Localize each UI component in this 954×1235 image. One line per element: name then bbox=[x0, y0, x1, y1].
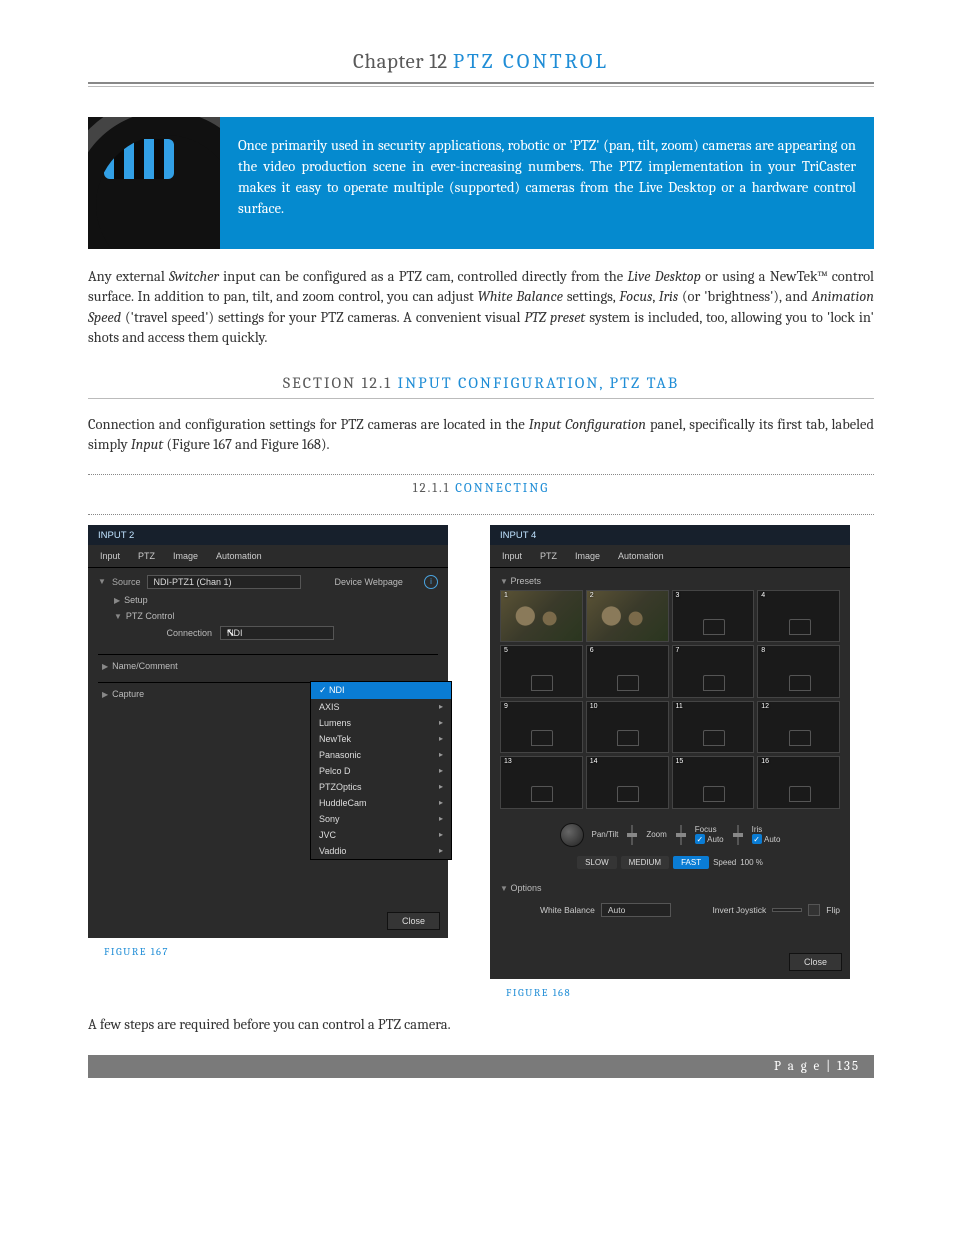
tab-automation[interactable]: Automation bbox=[618, 551, 664, 561]
preset-slot[interactable]: 1 bbox=[500, 590, 583, 642]
connection-label: Connection bbox=[98, 628, 220, 638]
zoom-label: Zoom bbox=[646, 830, 666, 839]
dropdown-item-huddlecam[interactable]: HuddleCam▸ bbox=[311, 795, 451, 811]
divider-dotted bbox=[88, 474, 874, 475]
options-section[interactable]: ▼ Options bbox=[500, 877, 840, 899]
panel-title: INPUT 4 bbox=[490, 525, 850, 545]
divider bbox=[88, 86, 874, 87]
speed-medium-button[interactable]: MEDIUM bbox=[621, 856, 669, 869]
preset-slot[interactable]: 8 bbox=[757, 645, 840, 697]
divider-dotted bbox=[88, 514, 874, 515]
preset-slot[interactable]: 12 bbox=[757, 701, 840, 753]
intro-callout: Once primarily used in security applicat… bbox=[220, 117, 874, 249]
tab-ptz[interactable]: PTZ bbox=[540, 551, 557, 561]
figure-167-panel: INPUT 2 Input PTZ Image Automation ▼ Sou… bbox=[88, 525, 448, 938]
preset-slot[interactable]: 11 bbox=[672, 701, 755, 753]
figure-caption: FIGURE 168 bbox=[506, 987, 874, 999]
tree-name-comment[interactable]: ▶Name/Comment bbox=[98, 654, 438, 674]
preset-slot[interactable]: 3 bbox=[672, 590, 755, 642]
dropdown-item-panasonic[interactable]: Panasonic▸ bbox=[311, 747, 451, 763]
body-paragraph: Any external Switcher input can be confi… bbox=[88, 267, 874, 348]
flip-label: Flip bbox=[826, 905, 840, 915]
cursor-icon: ↖ bbox=[226, 626, 235, 639]
dropdown-item-jvc[interactable]: JVC▸ bbox=[311, 827, 451, 843]
source-label: Source bbox=[112, 577, 141, 587]
panel-title: INPUT 2 bbox=[88, 525, 448, 545]
white-balance-dropdown[interactable]: Auto bbox=[601, 903, 671, 917]
tab-input[interactable]: Input bbox=[502, 551, 522, 561]
speed-fast-button[interactable]: FAST bbox=[673, 856, 709, 869]
tab-ptz[interactable]: PTZ bbox=[138, 551, 155, 561]
preset-slot[interactable]: 13 bbox=[500, 756, 583, 808]
focus-label: Focus bbox=[695, 825, 724, 834]
dropdown-item-lumens[interactable]: Lumens▸ bbox=[311, 715, 451, 731]
figure-168-panel: INPUT 4 Input PTZ Image Automation ▼ Pre… bbox=[490, 525, 850, 979]
preset-slot[interactable]: 4 bbox=[757, 590, 840, 642]
panel-tabs: Input PTZ Image Automation bbox=[88, 545, 448, 567]
preset-slot[interactable]: 5 bbox=[500, 645, 583, 697]
zoom-slider[interactable] bbox=[626, 824, 638, 846]
focus-auto-checkbox[interactable]: ✓ bbox=[695, 834, 705, 844]
iris-slider[interactable] bbox=[732, 824, 744, 846]
iris-label: Iris bbox=[752, 825, 781, 834]
dropdown-item-pelco-d[interactable]: Pelco D▸ bbox=[311, 763, 451, 779]
panel-tabs: Input PTZ Image Automation bbox=[490, 545, 850, 567]
focus-slider[interactable] bbox=[675, 824, 687, 846]
close-button[interactable]: Close bbox=[387, 912, 440, 930]
preset-slot[interactable]: 10 bbox=[586, 701, 669, 753]
section-name: INPUT CONFIGURATION, PTZ TAB bbox=[398, 374, 680, 392]
close-button[interactable]: Close bbox=[789, 953, 842, 971]
connection-dropdown-menu: ✓ NDI AXIS▸ Lumens▸ NewTek▸ Panasonic▸ P… bbox=[310, 681, 452, 860]
figure-caption: FIGURE 167 bbox=[104, 946, 472, 958]
pantilt-joystick[interactable] bbox=[560, 823, 584, 847]
chapter-prefix: Chapter 12 bbox=[353, 50, 448, 74]
chapter-name: PTZ CONTROL bbox=[453, 50, 609, 74]
subsection-title: 12.1.1 CONNECTING bbox=[88, 479, 874, 496]
preset-grid: 1 2 3 4 5 6 7 8 9 10 11 12 13 14 bbox=[500, 590, 840, 809]
body-paragraph: A few steps are required before you can … bbox=[88, 1015, 874, 1035]
preset-slot[interactable]: 6 bbox=[586, 645, 669, 697]
preset-slot[interactable]: 2 bbox=[586, 590, 669, 642]
speed-value: 100 % bbox=[740, 858, 763, 867]
dropdown-item-ndi[interactable]: ✓ NDI bbox=[311, 682, 451, 699]
device-webpage-link[interactable]: Device Webpage bbox=[335, 577, 403, 587]
chapter-thumbnail bbox=[88, 117, 220, 249]
section-prefix: SECTION 12.1 bbox=[283, 374, 392, 392]
dropdown-item-axis[interactable]: AXIS▸ bbox=[311, 699, 451, 715]
tab-image[interactable]: Image bbox=[173, 551, 198, 561]
dropdown-item-ptzoptics[interactable]: PTZOptics▸ bbox=[311, 779, 451, 795]
divider bbox=[88, 82, 874, 84]
preset-slot[interactable]: 16 bbox=[757, 756, 840, 808]
info-icon[interactable]: i bbox=[424, 575, 438, 589]
tree-setup[interactable]: ▶Setup bbox=[98, 592, 438, 608]
pantilt-label: Pan/Tilt bbox=[592, 830, 619, 839]
preset-slot[interactable]: 14 bbox=[586, 756, 669, 808]
invert-joystick-label: Invert Joystick bbox=[712, 905, 766, 915]
flip-checkbox[interactable] bbox=[808, 904, 820, 916]
dropdown-item-sony[interactable]: Sony▸ bbox=[311, 811, 451, 827]
speed-slow-button[interactable]: SLOW bbox=[577, 856, 617, 869]
preset-slot[interactable]: 7 bbox=[672, 645, 755, 697]
connection-dropdown[interactable]: NDI bbox=[220, 626, 334, 640]
dropdown-item-vaddio[interactable]: Vaddio▸ bbox=[311, 843, 451, 859]
iris-auto-checkbox[interactable]: ✓ bbox=[752, 834, 762, 844]
disclosure-icon[interactable]: ▼ bbox=[98, 577, 106, 586]
tab-automation[interactable]: Automation bbox=[216, 551, 262, 561]
body-paragraph: Connection and configuration settings fo… bbox=[88, 415, 874, 456]
divider bbox=[88, 398, 874, 399]
preset-slot[interactable]: 15 bbox=[672, 756, 755, 808]
presets-section[interactable]: ▼ Presets bbox=[500, 572, 840, 590]
preset-slot[interactable]: 9 bbox=[500, 701, 583, 753]
invert-joystick-dropdown[interactable] bbox=[772, 908, 802, 912]
source-dropdown[interactable]: NDI-PTZ1 (Chan 1) bbox=[147, 575, 301, 589]
chapter-title: Chapter 12 PTZ CONTROL bbox=[88, 50, 874, 74]
tab-input[interactable]: Input bbox=[100, 551, 120, 561]
speed-label: Speed bbox=[713, 858, 736, 867]
section-title: SECTION 12.1 INPUT CONFIGURATION, PTZ TA… bbox=[88, 374, 874, 392]
tree-ptz-control[interactable]: ▼PTZ Control bbox=[98, 608, 438, 624]
tab-image[interactable]: Image bbox=[575, 551, 600, 561]
page-footer: P a g e | 135 bbox=[88, 1055, 874, 1078]
dropdown-item-newtek[interactable]: NewTek▸ bbox=[311, 731, 451, 747]
white-balance-label: White Balance bbox=[540, 905, 595, 915]
